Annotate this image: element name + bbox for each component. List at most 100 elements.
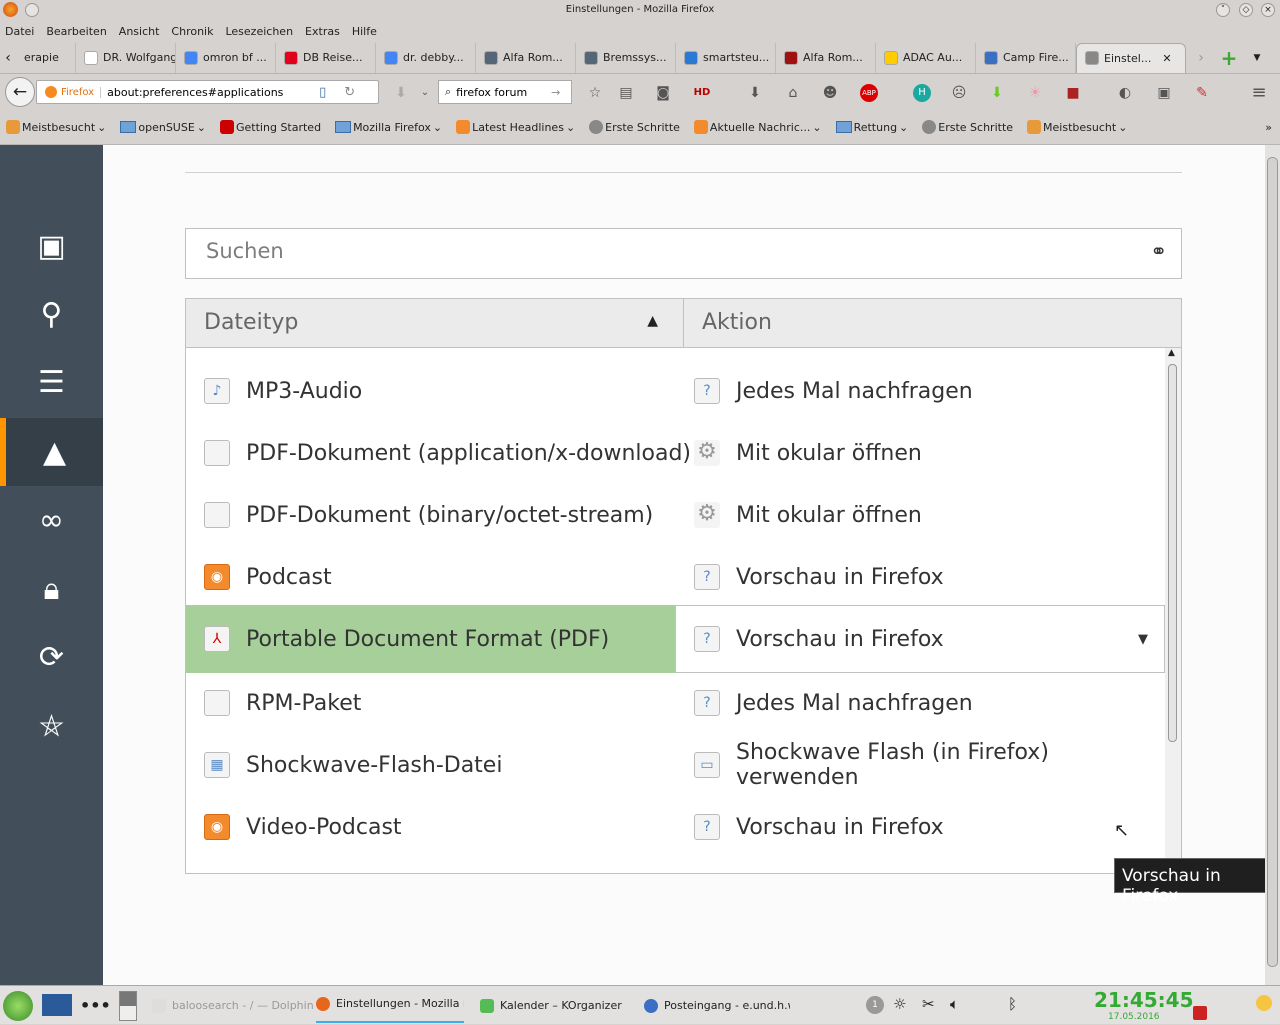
show-desktop-icon[interactable] [42, 994, 72, 1016]
hd-icon[interactable]: HD [693, 84, 711, 102]
tab[interactable]: Camp Fire... [976, 42, 1076, 73]
url-bar[interactable]: Firefox ▯ ↻ [36, 80, 379, 104]
page-scrollbar[interactable] [1265, 145, 1280, 985]
sidebar-item-applications[interactable]: ▲ [0, 418, 103, 486]
search-go-icon[interactable]: → [551, 86, 560, 99]
menu-chronik[interactable]: Chronik [171, 25, 213, 38]
task-korganizer[interactable]: Kalender – KOrganizer [480, 986, 622, 1025]
tab[interactable]: Bremssys... [576, 42, 676, 73]
menu-extras[interactable]: Extras [305, 25, 340, 38]
sidebar-item-security[interactable]: 🔒︎ [0, 555, 103, 623]
scroll-up-icon[interactable]: ▲ [1168, 348, 1175, 358]
sidebar-item-search[interactable]: ⚲ [0, 280, 103, 348]
table-row[interactable]: ▦ Shockwave-Flash-Datei ▭ Shockwave Flash (… [186, 734, 1166, 796]
menu-bearbeiten[interactable]: Bearbeiten [46, 25, 106, 38]
tab[interactable]: Alfa Rom... [476, 42, 576, 73]
table-row[interactable]: ♪ MP3-Audio? Jedes Mal nachfragen [186, 360, 1166, 422]
sidebar-item-content[interactable]: ☰ [0, 348, 103, 416]
bookmark-item[interactable]: Meistbesucht ⌄ [1027, 120, 1127, 134]
bookmark-item[interactable]: Erste Schritte [922, 120, 1013, 134]
table-row[interactable]: ◉ Podcast? Vorschau in Firefox [186, 546, 1166, 608]
reader-view-icon[interactable]: ▯ [319, 85, 326, 100]
table-row[interactable]: PDF-Dokument (binary/octet-stream) ⚙ Mit o… [186, 484, 1166, 546]
sidebar-item-privacy[interactable]: ∞ [0, 486, 103, 554]
close-tab-icon[interactable]: ✕ [1162, 52, 1171, 65]
tab[interactable]: DR. Wolfgang ... [76, 42, 176, 73]
task-dolphin[interactable]: baloosearch - / — Dolphin [152, 986, 314, 1025]
pocket-icon[interactable]: ◙ [654, 84, 672, 102]
page-scrollbar-thumb[interactable] [1267, 157, 1278, 967]
bookmark-item[interactable]: Aktuelle Nachric... ⌄ [693, 120, 822, 134]
table-row[interactable]: ⅄ Portable Document Format (PDF)? Vorschau… [186, 605, 1166, 673]
downloads-icon[interactable]: ⬇ [392, 84, 410, 102]
more-icon[interactable]: ••• [80, 996, 111, 1015]
volume-icon[interactable]: 🔈︎ [950, 995, 959, 1013]
hamburger-menu-icon[interactable]: ≡ [1250, 84, 1268, 102]
new-tab-button[interactable]: + [1216, 46, 1242, 70]
tab[interactable]: ADAC Au... [876, 42, 976, 73]
sidebar-item-general[interactable]: ▣ [0, 212, 103, 280]
dropdown-arrow-icon[interactable]: ▼ [1138, 632, 1148, 647]
table-row[interactable]: PDF-Dokument (application/x-download) ⚙ Mi… [186, 422, 1166, 484]
tab[interactable]: Einstel... ✕ [1076, 42, 1186, 73]
bluetooth-icon[interactable]: ᛒ [1008, 995, 1017, 1013]
download-arrow-icon[interactable]: ⬇ [746, 84, 764, 102]
tab[interactable]: omron bf ... [176, 42, 276, 73]
scroll-tabs-right-icon[interactable]: › [1186, 50, 1216, 66]
bookmark-item[interactable]: Meistbesucht ⌄ [6, 120, 106, 134]
tab[interactable]: smartsteu... [676, 42, 776, 73]
red-addon-icon[interactable]: ■ [1064, 84, 1082, 102]
bookmark-star-icon[interactable]: ☆ [586, 84, 604, 102]
power-icon[interactable] [1193, 1006, 1207, 1020]
table-scrollbar[interactable]: ▲ ▼ [1165, 348, 1181, 873]
task-thunderbird[interactable]: Posteingang - e.und.h.we [644, 986, 790, 1025]
weather-icon[interactable]: ☀ [1026, 84, 1044, 102]
tab[interactable]: dr. debby... [376, 42, 476, 73]
tab[interactable]: DB Reise... [276, 42, 376, 73]
bookmarks-overflow-icon[interactable]: » [1265, 121, 1272, 134]
bookmarks-menu-icon[interactable]: ▤ [617, 84, 635, 102]
search-field[interactable]: Suchen ⚭ [185, 228, 1182, 279]
notification-badge[interactable]: 1 [866, 996, 884, 1014]
chat-icon[interactable]: ☻ [821, 84, 839, 102]
scroll-tabs-left-icon[interactable]: ‹ [0, 50, 16, 66]
menu-datei[interactable]: Datei [5, 25, 34, 38]
clock-time[interactable]: 21:45:45 [1094, 988, 1194, 1012]
menu-hilfe[interactable]: Hilfe [352, 25, 377, 38]
bug-icon[interactable]: ☼ [893, 995, 906, 1013]
task-firefox[interactable]: Einstellungen - Mozilla Fire [316, 986, 464, 1023]
mouse-addon-icon[interactable]: ◐ [1116, 84, 1134, 102]
h-addon-icon[interactable]: H [913, 84, 931, 102]
url-input[interactable] [107, 85, 318, 99]
minimize-button[interactable]: ˅ [1216, 3, 1230, 17]
column-header-aktion[interactable]: Aktion [684, 299, 1181, 348]
reload-icon[interactable]: ↻ [344, 85, 355, 100]
column-header-dateityp[interactable]: Dateityp ▲ [186, 299, 684, 348]
search-input[interactable] [456, 85, 547, 99]
tab[interactable]: Alfa Rom... [776, 42, 876, 73]
tab-list-dropdown-icon[interactable]: ▼ [1242, 53, 1272, 63]
edit-addon-icon[interactable]: ✎ [1193, 84, 1211, 102]
bookmark-item[interactable]: Erste Schritte [589, 120, 680, 134]
sidebar-item-advanced[interactable]: ⛤ [0, 692, 103, 760]
adblock-icon[interactable]: ABP [860, 84, 878, 102]
bookmark-item[interactable]: Getting Started [220, 120, 321, 134]
home-icon[interactable]: ⌂ [784, 84, 802, 102]
menu-ansicht[interactable]: Ansicht [119, 25, 160, 38]
maximize-button[interactable]: ◇ [1239, 3, 1253, 17]
scissors-icon[interactable]: ✂ [922, 995, 935, 1013]
table-row[interactable]: ◉ Video-Podcast? Vorschau in Firefox [186, 796, 1166, 858]
sidebar-item-sync[interactable]: ⟳ [0, 623, 103, 691]
pager-icon[interactable] [119, 991, 137, 1021]
search-bar[interactable]: ⌕ → [438, 80, 572, 104]
menu-lesezeichen[interactable]: Lesezeichen [225, 25, 293, 38]
close-window-button[interactable]: × [1261, 3, 1275, 17]
save-download-icon[interactable]: ▣ [1155, 84, 1173, 102]
weather-sun-icon[interactable] [1256, 995, 1272, 1011]
bookmark-item[interactable]: openSUSE ⌄ [120, 121, 206, 134]
bookmark-item[interactable]: Latest Headlines ⌄ [456, 120, 575, 134]
scrollbar-thumb[interactable] [1168, 364, 1177, 742]
start-menu-icon[interactable] [3, 991, 33, 1021]
green-download-icon[interactable]: ⬇ [988, 84, 1006, 102]
face-addon-icon[interactable]: ☹ [950, 84, 968, 102]
